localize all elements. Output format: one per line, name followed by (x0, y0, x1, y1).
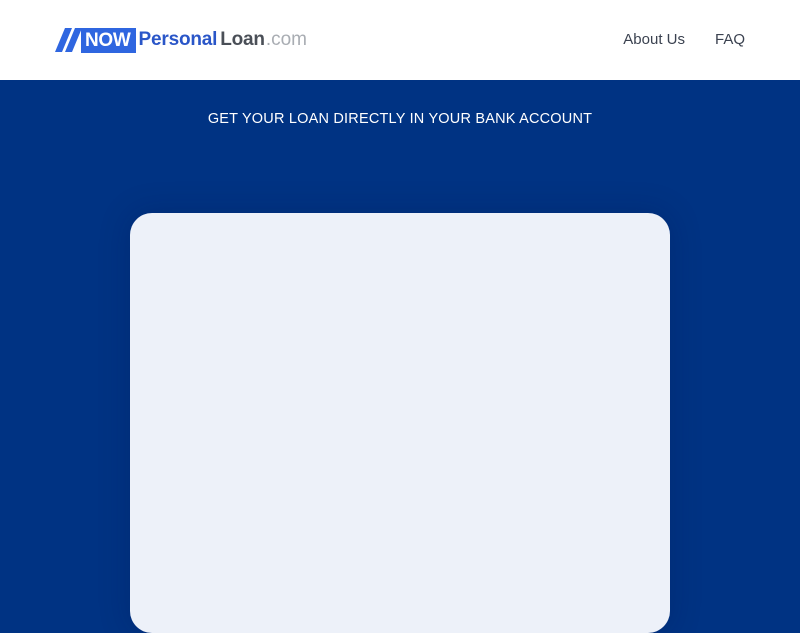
logo-dotcom: .com (265, 29, 307, 50)
loan-form-card (130, 213, 670, 633)
hero-title: GET YOUR LOAN DIRECTLY IN YOUR BANK ACCO… (207, 111, 593, 127)
nav-faq-link[interactable]: FAQ (715, 31, 745, 49)
logo-personal: Personal (138, 29, 218, 50)
nav-about-us-link[interactable]: About Us (623, 31, 685, 49)
site-header: NOW Personal Loan .com About Us FAQ (0, 0, 800, 80)
site-logo[interactable]: NOW Personal Loan .com (55, 27, 307, 53)
logo-now: NOW (81, 27, 136, 53)
stripes-icon (55, 27, 85, 53)
main-nav: About Us FAQ (623, 31, 745, 49)
logo-loan: Loan (220, 29, 265, 50)
